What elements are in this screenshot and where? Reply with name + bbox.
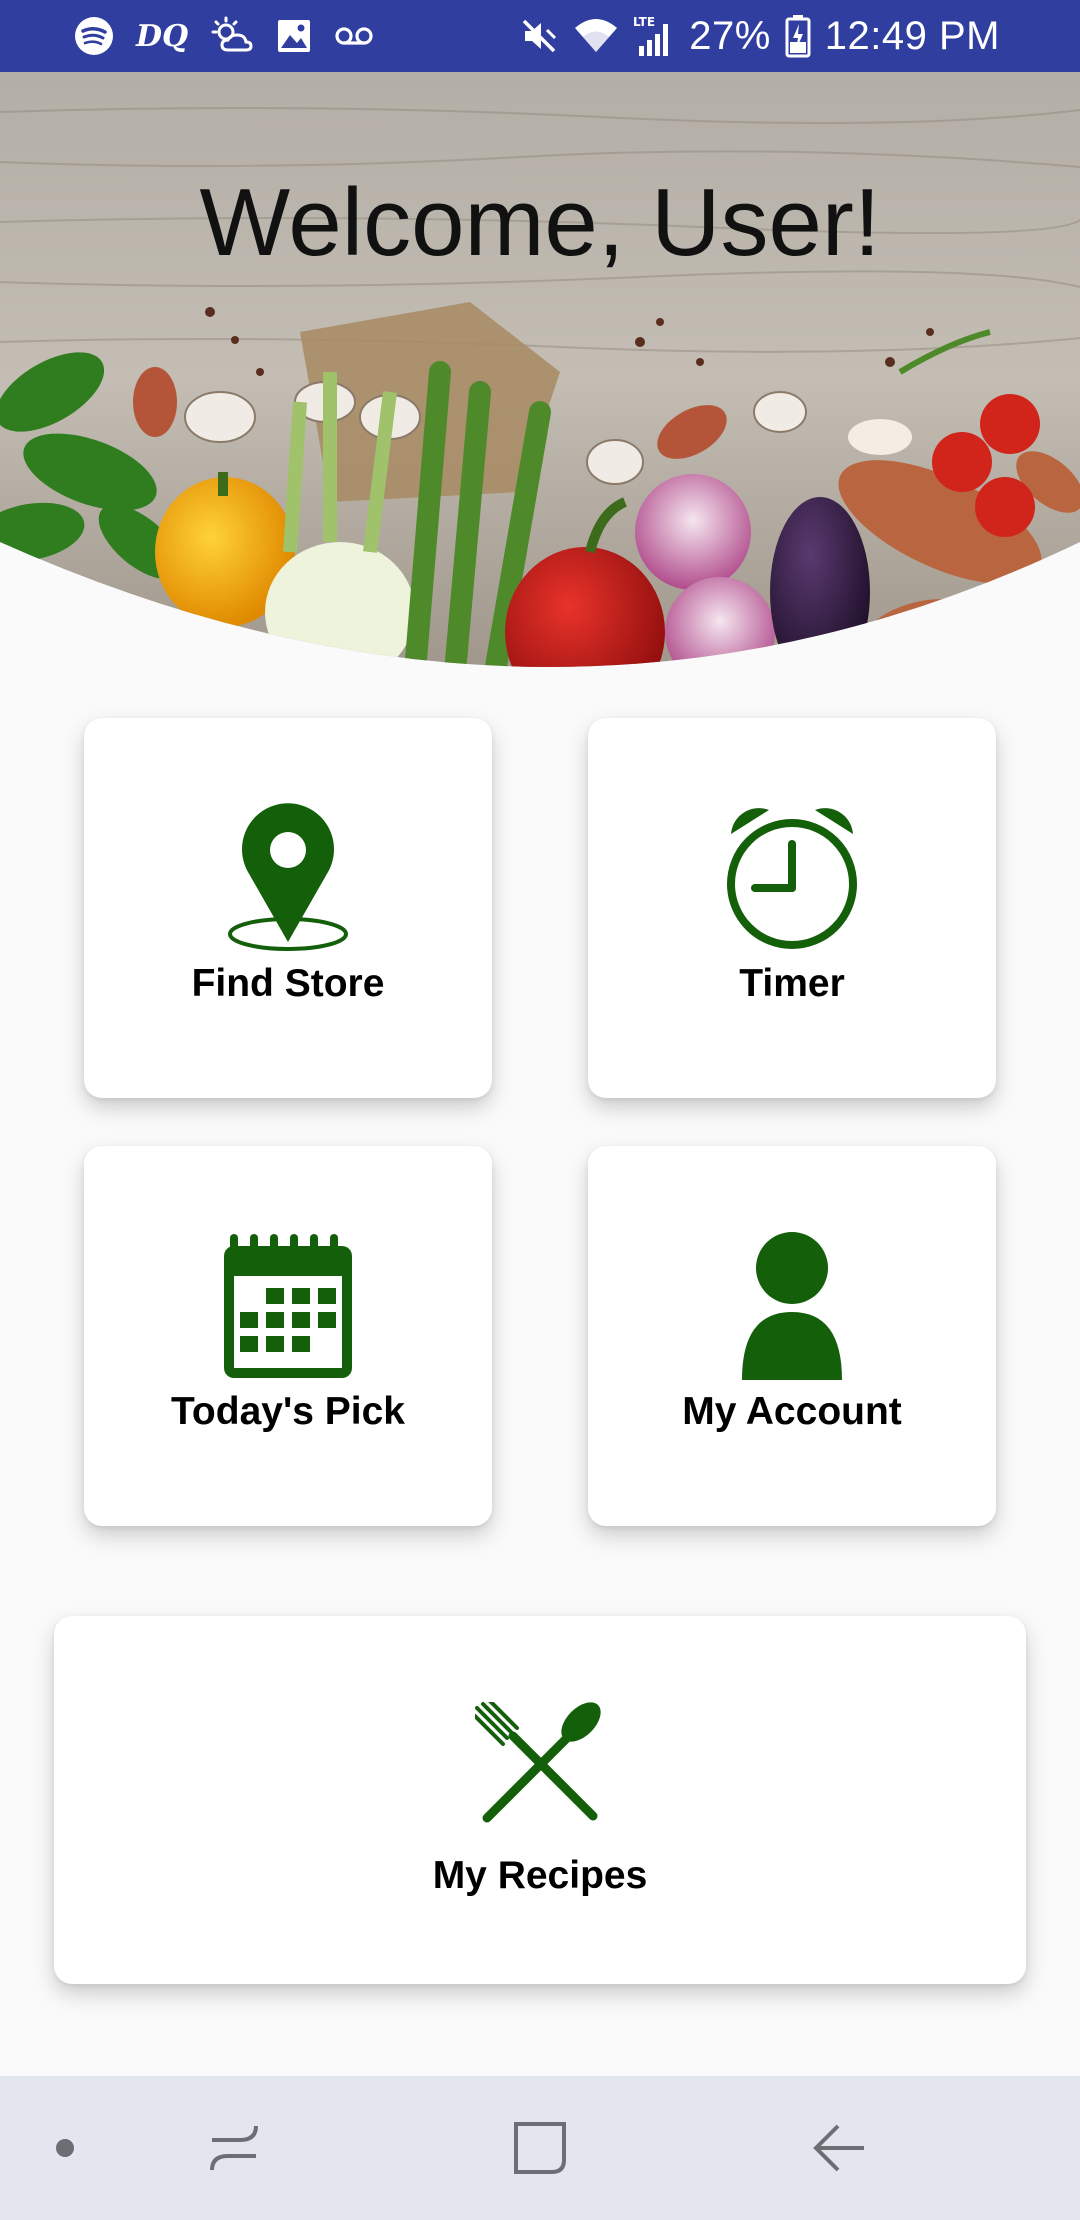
person-icon	[740, 1232, 844, 1387]
status-bar-right: LTE 27% 12:49 PM	[519, 10, 1000, 62]
mute-icon	[519, 16, 559, 56]
my-account-card[interactable]: My Account	[588, 1146, 996, 1526]
find-store-card[interactable]: Find Store	[84, 718, 492, 1098]
back-icon[interactable]	[812, 2122, 868, 2179]
recent-apps-icon[interactable]	[208, 2122, 260, 2179]
dot-icon[interactable]	[55, 2138, 75, 2163]
clock: 12:49 PM	[824, 13, 1000, 58]
calendar-icon	[220, 1232, 356, 1387]
fork-spoon-icon	[473, 1698, 605, 1833]
timer-label: Timer	[739, 962, 845, 1005]
welcome-heading: Welcome, User!	[199, 169, 881, 276]
my-recipes-label: My Recipes	[432, 1854, 648, 1897]
navigation-bar	[0, 2076, 1080, 2220]
battery-percent: 27%	[689, 13, 771, 58]
location-pin-icon	[226, 802, 350, 957]
header-banner: Welcome, User!	[0, 72, 1080, 682]
my-account-label: My Account	[682, 1390, 902, 1433]
spotify-icon	[74, 16, 114, 56]
todays-pick-label: Today's Pick	[171, 1390, 405, 1433]
lte-signal-icon: LTE	[633, 14, 675, 58]
wifi-icon	[573, 16, 619, 56]
status-bar-left: DQ	[74, 14, 374, 58]
weather-icon	[210, 16, 254, 56]
alarm-clock-icon	[725, 802, 859, 957]
voicemail-icon	[334, 24, 374, 48]
image-icon	[276, 18, 312, 54]
find-store-label: Find Store	[191, 962, 385, 1005]
my-recipes-card[interactable]: My Recipes	[54, 1616, 1026, 1984]
status-bar: DQ LTE 27% 12:49 PM	[0, 0, 1080, 72]
dq-icon: DQ	[136, 18, 189, 54]
home-icon[interactable]	[512, 2120, 568, 2181]
timer-card[interactable]: Timer	[588, 718, 996, 1098]
battery-icon	[785, 14, 811, 58]
svg-text:LTE: LTE	[633, 15, 655, 29]
todays-pick-card[interactable]: Today's Pick	[84, 1146, 492, 1526]
vegetables-background-image	[0, 72, 1080, 667]
